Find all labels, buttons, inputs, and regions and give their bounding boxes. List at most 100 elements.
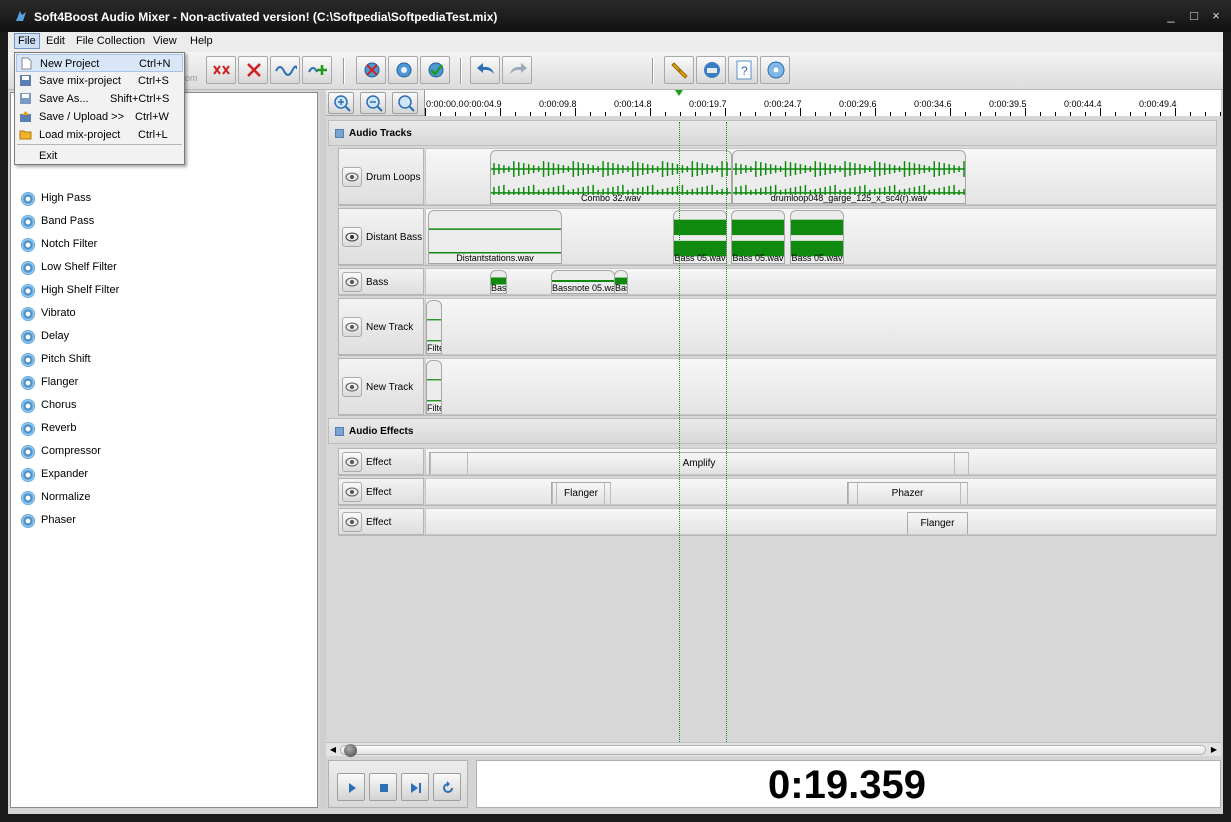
menu-item-exit[interactable]: Exit <box>16 147 183 165</box>
effect-icon <box>21 376 35 390</box>
help-button[interactable]: ? <box>728 56 758 84</box>
add-track-button[interactable] <box>302 56 332 84</box>
effect-lane[interactable]: Amplify <box>425 448 1217 475</box>
track-header[interactable]: Effect <box>338 508 424 535</box>
effect-list-label: Expander <box>41 468 89 480</box>
effect-settings-button[interactable] <box>388 56 418 84</box>
track-lane[interactable]: Filter <box>425 298 1217 355</box>
effect-clip[interactable]: Flanger <box>907 512 968 534</box>
time-ruler[interactable]: 0:00:00.0 0:00:04.9 0:00:09.8 0:00:14.8 0:00… <box>424 90 1221 116</box>
track-lane[interactable]: Bass 05 Bassnote 05.wav Bass 05 <box>425 268 1217 295</box>
ruler-tick-label: 0:00:29.6 <box>839 99 877 109</box>
activate-button[interactable] <box>664 56 694 84</box>
minimize-button[interactable]: _ <box>1163 8 1179 24</box>
audio-clip[interactable]: Bass 05 <box>490 270 507 294</box>
zoom-in-button[interactable] <box>328 92 354 114</box>
track-header[interactable]: New Track <box>338 358 424 415</box>
waveform-peaks <box>493 161 728 195</box>
scroll-left-icon[interactable]: ◀ <box>327 744 339 756</box>
menu-item-shortcut: Shift+Ctrl+S <box>110 93 170 105</box>
zoom-fit-button[interactable] <box>392 92 418 114</box>
visibility-toggle[interactable] <box>342 512 362 532</box>
menu-file-collection[interactable]: File Collection <box>76 35 145 47</box>
wave-button[interactable] <box>270 56 300 84</box>
track-header[interactable]: Bass <box>338 268 424 295</box>
zoom-out-button[interactable] <box>360 92 386 114</box>
section-collapse-icon[interactable] <box>335 129 344 138</box>
maximize-button[interactable]: □ <box>1186 8 1202 24</box>
track-header[interactable]: New Track <box>338 298 424 355</box>
track-header[interactable]: Effect <box>338 478 424 505</box>
menu-item-save-mix-project[interactable]: Save mix-project Ctrl+S <box>16 72 183 90</box>
visibility-toggle[interactable] <box>342 377 362 397</box>
scroll-track[interactable] <box>340 745 1206 755</box>
track-lane[interactable]: Combo 32.wav drumloop048_garge_125_x_sc4… <box>425 148 1217 205</box>
ruler-tick <box>1160 112 1161 116</box>
audio-clip[interactable]: Bass 05.wav <box>790 210 844 264</box>
track-lane[interactable]: Distantstations.wav Bass 05.wav Bass 05.… <box>425 208 1217 265</box>
visibility-toggle[interactable] <box>342 482 362 502</box>
title-bar[interactable]: Soft4Boost Audio Mixer - Non-activated v… <box>0 0 1231 32</box>
clip-name: Bass 05 <box>615 283 627 293</box>
ruler-tick-label: 0:00:49.4 <box>1139 99 1177 109</box>
stop-button[interactable] <box>369 773 397 801</box>
delete-all-button[interactable] <box>206 56 236 84</box>
menu-item-save-upload[interactable]: Save / Upload >> Ctrl+W <box>16 108 183 126</box>
undo-button[interactable] <box>470 56 500 84</box>
remove-effect-button[interactable] <box>356 56 386 84</box>
audio-clip[interactable]: Bass 05.wav <box>731 210 785 264</box>
track-lane[interactable]: Filter <box>425 358 1217 415</box>
loop-button[interactable] <box>433 773 461 801</box>
ruler-tick <box>710 112 711 116</box>
scroll-right-icon[interactable]: ▶ <box>1208 744 1220 756</box>
effect-clip[interactable]: Amplify <box>429 452 969 474</box>
visibility-toggle[interactable] <box>342 227 362 247</box>
track-header[interactable]: Distant Bass <box>338 208 424 265</box>
apply-effect-button[interactable] <box>420 56 450 84</box>
audio-clip[interactable]: Filter <box>426 300 442 354</box>
scroll-thumb[interactable] <box>344 744 357 757</box>
delete-button[interactable] <box>238 56 268 84</box>
ruler-tick-label: 0:00:00.0 <box>426 99 464 109</box>
menu-item-new-project[interactable]: New Project Ctrl+N <box>16 54 183 72</box>
menu-file[interactable]: File <box>14 33 40 49</box>
effect-track-row: Effect Flanger Phazer <box>338 478 1217 506</box>
menu-item-load-mix-project[interactable]: Load mix-project Ctrl+L <box>16 126 183 144</box>
track-header[interactable]: Effect <box>338 448 424 475</box>
register-button[interactable] <box>696 56 726 84</box>
effect-clip[interactable]: Flanger <box>551 482 611 504</box>
visibility-toggle[interactable] <box>342 167 362 187</box>
horizontal-scrollbar[interactable]: ◀ ▶ <box>326 742 1221 757</box>
audio-clip[interactable]: Distantstations.wav <box>428 210 562 264</box>
visibility-toggle[interactable] <box>342 317 362 337</box>
ruler-tick <box>1070 112 1071 116</box>
visibility-toggle[interactable] <box>342 452 362 472</box>
menu-view[interactable]: View <box>153 35 177 47</box>
visibility-toggle[interactable] <box>342 272 362 292</box>
menu-edit[interactable]: Edit <box>46 35 65 47</box>
play-button[interactable] <box>337 773 365 801</box>
audio-clip[interactable]: Bass 05.wav <box>673 210 727 264</box>
redo-button[interactable] <box>502 56 532 84</box>
about-button[interactable] <box>760 56 790 84</box>
audio-clip[interactable]: Bass 05 <box>614 270 628 294</box>
audio-clip[interactable]: Filter <box>426 360 442 414</box>
ruler-tick <box>755 112 756 116</box>
audio-clip[interactable]: Combo 32.wav <box>490 150 732 204</box>
next-button[interactable] <box>401 773 429 801</box>
track-row: New Track Filter <box>338 298 1217 356</box>
menu-item-save-as[interactable]: Save As... Shift+Ctrl+S <box>16 90 183 108</box>
effect-clip[interactable]: Phazer <box>847 482 968 504</box>
loop-icon <box>443 781 453 793</box>
time-display: 0:19.359 <box>476 760 1221 808</box>
audio-clip[interactable]: Bassnote 05.wav <box>551 270 615 294</box>
effect-lane[interactable]: Flanger <box>425 508 1217 535</box>
menu-help[interactable]: Help <box>190 35 213 47</box>
track-header[interactable]: Drum Loops <box>338 148 424 205</box>
close-button[interactable]: × <box>1208 8 1224 24</box>
audio-clip[interactable]: drumloop048_garge_125_x_sc4(r).wav <box>732 150 966 204</box>
effect-lane[interactable]: Flanger Phazer <box>425 478 1217 505</box>
ruler-tick <box>545 112 546 116</box>
playhead-marker[interactable] <box>675 90 683 96</box>
section-collapse-icon[interactable] <box>335 427 344 436</box>
